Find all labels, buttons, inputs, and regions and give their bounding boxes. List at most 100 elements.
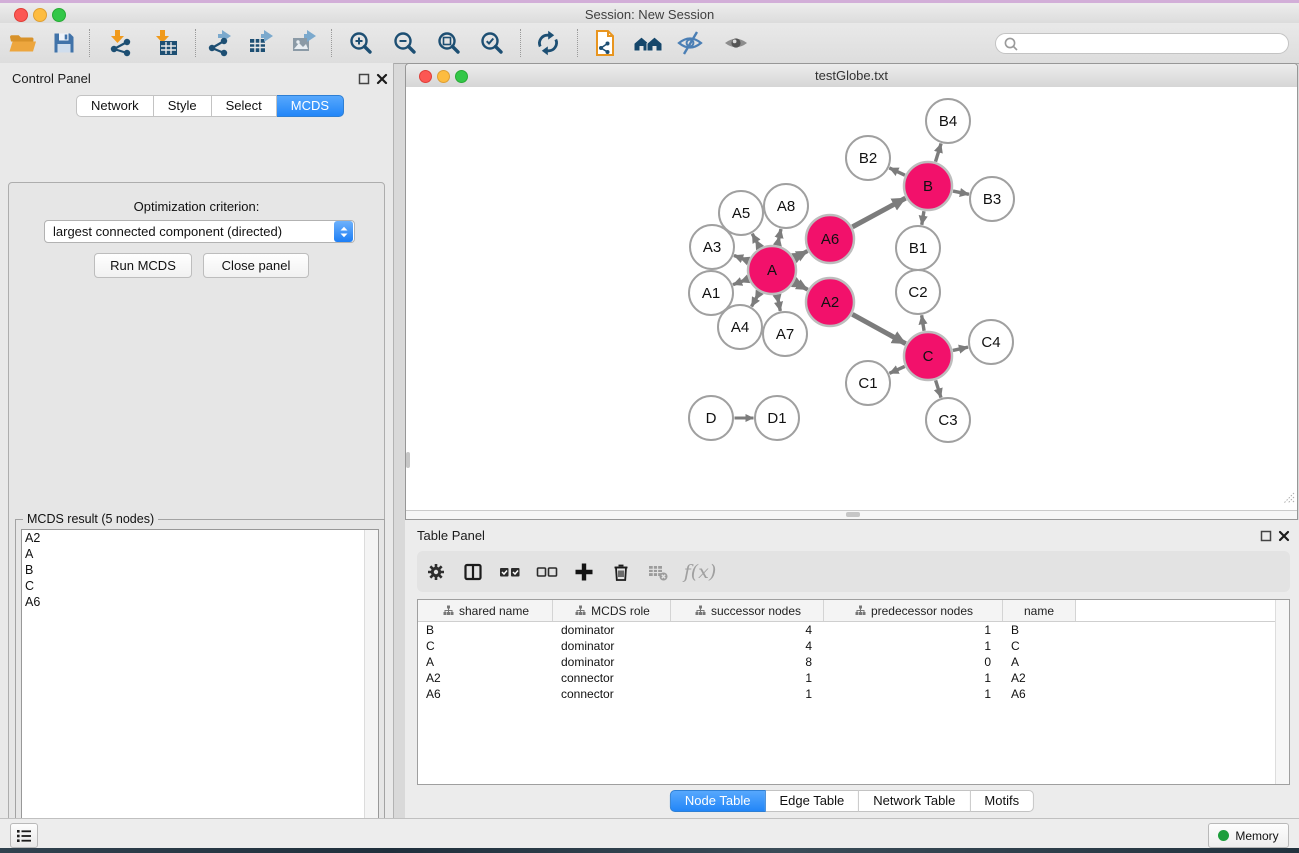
tab-style[interactable]: Style — [154, 95, 212, 117]
graph-node-D[interactable]: D — [689, 396, 733, 440]
mcds-result-item[interactable]: A2 — [22, 530, 378, 546]
edge-B-B1[interactable] — [922, 211, 924, 225]
column-header-predecessor-nodes[interactable]: predecessor nodes — [824, 600, 1003, 621]
open-file-button[interactable] — [4, 26, 42, 60]
float-panel-button[interactable] — [358, 72, 370, 84]
table-row[interactable]: A6connector11A6 — [418, 686, 1289, 702]
column-header-successor-nodes[interactable]: successor nodes — [671, 600, 824, 621]
graph-node-C2[interactable]: C2 — [896, 270, 940, 314]
edge-A-A8[interactable] — [777, 229, 781, 245]
zoom-out-button[interactable] — [386, 26, 424, 60]
window-resize-grip[interactable] — [1283, 491, 1295, 509]
export-network-button[interactable] — [200, 26, 238, 60]
edge-A-A1[interactable] — [733, 279, 748, 285]
graph-node-A6[interactable]: A6 — [806, 215, 854, 263]
search-input[interactable] — [1023, 36, 1288, 52]
edge-C-C2[interactable] — [922, 315, 924, 331]
run-mcds-button[interactable]: Run MCDS — [94, 253, 192, 278]
tab-edge-table[interactable]: Edge Table — [765, 790, 859, 812]
mcds-result-item[interactable]: C — [22, 578, 378, 594]
import-network-button[interactable] — [101, 26, 139, 60]
refresh-view-button[interactable] — [529, 26, 567, 60]
graph-node-A2[interactable]: A2 — [806, 278, 854, 326]
edge-A2-C[interactable] — [852, 314, 905, 343]
edge-A-A7[interactable] — [777, 295, 780, 311]
function-builder-button[interactable]: f(x) — [676, 554, 724, 590]
show-columns-button[interactable] — [454, 554, 491, 590]
export-image-button[interactable] — [285, 26, 323, 60]
tab-select[interactable]: Select — [212, 95, 277, 117]
create-column-button[interactable] — [565, 554, 602, 590]
mcds-result-item[interactable]: B — [22, 562, 378, 578]
edge-B-B3[interactable] — [953, 191, 969, 194]
network-horizontal-scroll-thumb[interactable] — [846, 512, 860, 517]
graph-node-C4[interactable]: C4 — [969, 320, 1013, 364]
close-panel-button[interactable] — [376, 72, 388, 84]
graph-node-A3[interactable]: A3 — [690, 225, 734, 269]
column-header-name[interactable]: name — [1003, 600, 1076, 621]
graph-node-B4[interactable]: B4 — [926, 99, 970, 143]
zoom-selected-button[interactable] — [473, 26, 511, 60]
graph-node-B3[interactable]: B3 — [970, 177, 1014, 221]
delete-table-button[interactable] — [639, 554, 676, 590]
graph-node-A5[interactable]: A5 — [719, 191, 763, 235]
tab-mcds[interactable]: MCDS — [277, 95, 344, 117]
graph-node-B1[interactable]: B1 — [896, 226, 940, 270]
edge-A-A5[interactable] — [752, 234, 760, 248]
edge-A6-B[interactable] — [852, 198, 905, 227]
tab-node-table[interactable]: Node Table — [670, 790, 766, 812]
select-all-columns-button[interactable] — [491, 554, 528, 590]
zoom-fit-button[interactable] — [430, 26, 468, 60]
graph-node-C[interactable]: C — [904, 332, 952, 380]
graph-node-A4[interactable]: A4 — [718, 305, 762, 349]
edge-B-B2[interactable] — [889, 168, 905, 175]
network-vertical-scroll-thumb[interactable] — [406, 452, 410, 468]
graph-node-C3[interactable]: C3 — [926, 398, 970, 442]
delete-columns-button[interactable] — [602, 554, 639, 590]
mcds-result-item[interactable]: A — [22, 546, 378, 562]
column-header-shared-name[interactable]: shared name — [418, 600, 553, 621]
table-row[interactable]: Bdominator41B — [418, 622, 1289, 638]
close-table-panel-button[interactable] — [1278, 529, 1290, 541]
edge-B-B4[interactable] — [935, 143, 941, 161]
graph-node-A[interactable]: A — [748, 246, 796, 294]
import-table-button[interactable] — [146, 26, 184, 60]
new-network-from-selection-button[interactable] — [586, 26, 624, 60]
tab-network[interactable]: Network — [76, 95, 154, 117]
edge-A-A2[interactable] — [794, 282, 807, 289]
edge-C-C1[interactable] — [889, 366, 904, 373]
mcds-result-item[interactable]: A6 — [22, 594, 378, 610]
tab-network-table[interactable]: Network Table — [859, 790, 970, 812]
graph-node-C1[interactable]: C1 — [846, 361, 890, 405]
table-row[interactable]: Cdominator41C — [418, 638, 1289, 654]
edge-C-C4[interactable] — [953, 347, 968, 350]
graph-node-B[interactable]: B — [904, 162, 952, 210]
search-box[interactable] — [995, 33, 1289, 54]
edge-C-C3[interactable] — [936, 380, 941, 397]
criterion-select[interactable]: largest connected component (directed) — [44, 220, 355, 243]
graph-node-D1[interactable]: D1 — [755, 396, 799, 440]
hide-graphics-details-button[interactable] — [671, 26, 709, 60]
mcds-list-scrollbar[interactable] — [364, 530, 378, 853]
edge-A-A4[interactable] — [752, 292, 760, 306]
graph-node-A8[interactable]: A8 — [764, 184, 808, 228]
zoom-in-button[interactable] — [342, 26, 380, 60]
graph-node-A1[interactable]: A1 — [689, 271, 733, 315]
close-panel-action-button[interactable]: Close panel — [203, 253, 309, 278]
table-row[interactable]: A2connector11A2 — [418, 670, 1289, 686]
table-row[interactable]: Adominator80A — [418, 654, 1289, 670]
mcds-result-list[interactable]: A2ABCA6 — [21, 529, 379, 853]
unselect-all-columns-button[interactable] — [528, 554, 565, 590]
export-table-button[interactable] — [242, 26, 280, 60]
show-task-history-button[interactable] — [10, 823, 38, 848]
graph-node-B2[interactable]: B2 — [846, 136, 890, 180]
memory-button[interactable]: Memory — [1208, 823, 1289, 848]
table-scrollbar[interactable] — [1275, 600, 1289, 784]
edge-A-A3[interactable] — [734, 255, 748, 260]
home-layout-button[interactable] — [629, 26, 667, 60]
network-horizontal-scrollbar[interactable] — [406, 510, 1297, 519]
save-session-button[interactable] — [45, 26, 83, 60]
edge-A-A6[interactable] — [794, 251, 807, 258]
float-table-panel-button[interactable] — [1260, 529, 1272, 541]
graph-node-A7[interactable]: A7 — [763, 312, 807, 356]
